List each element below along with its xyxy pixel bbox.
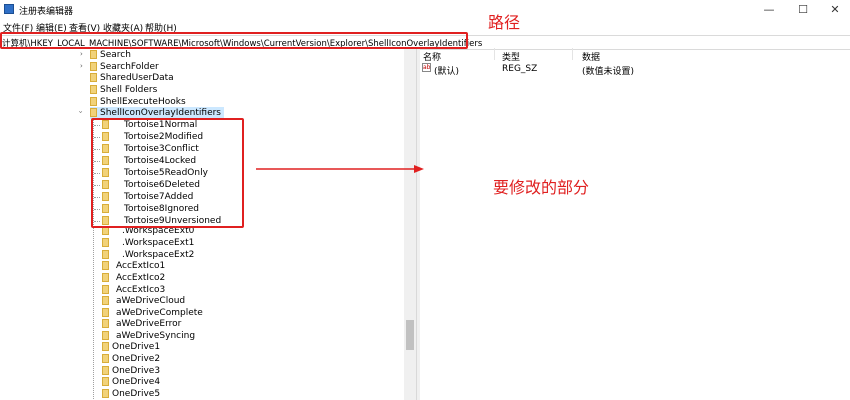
value-type: REG_SZ (502, 64, 538, 74)
column-separator[interactable] (572, 48, 573, 60)
folder-icon (90, 62, 97, 71)
column-separator[interactable] (494, 48, 495, 60)
tree-scrollbar[interactable] (404, 48, 416, 400)
tree-item[interactable]: Shell Folders (90, 84, 157, 96)
scrollbar-thumb[interactable] (406, 320, 414, 350)
folder-icon (90, 73, 97, 82)
chevron-right-icon[interactable]: › (80, 62, 83, 70)
tree-item[interactable]: OneDrive5 (102, 388, 160, 400)
tree-item[interactable]: SharedUserData (90, 72, 174, 84)
folder-icon (102, 261, 109, 270)
maximize-button[interactable]: ☐ (786, 0, 820, 20)
tree-item[interactable]: OneDrive2 (102, 353, 160, 365)
tree-item[interactable]: .WorkspaceExt1 (102, 237, 194, 249)
chevron-down-icon[interactable]: › (76, 111, 84, 114)
folder-icon (90, 97, 97, 106)
folder-icon (102, 331, 109, 340)
value-data: (数值未设置) (582, 67, 635, 77)
window-title: 注册表编辑器 (19, 7, 74, 17)
tortoise-highlight-box (91, 118, 244, 228)
path-highlight-box (0, 32, 468, 49)
path-annotation: 路径 (488, 13, 521, 32)
folder-icon (90, 50, 97, 59)
arrow-right-icon (256, 165, 424, 173)
title-bar: 注册表编辑器 — ☐ ✕ (0, 0, 850, 20)
modify-annotation: 要修改的部分 (493, 178, 590, 197)
folder-icon (102, 366, 109, 375)
minimize-button[interactable]: — (752, 0, 786, 20)
tree-item[interactable]: Search (90, 49, 131, 61)
tree-item[interactable]: OneDrive4 (102, 376, 160, 388)
chevron-right-icon[interactable]: › (80, 50, 83, 58)
folder-icon (102, 238, 109, 247)
string-value-icon: ab (422, 63, 431, 72)
folder-icon (102, 342, 109, 351)
column-header-type[interactable]: 类型 (502, 50, 520, 63)
tree-item[interactable]: AccExtIco2 (102, 272, 165, 284)
folder-icon (102, 354, 109, 363)
folder-icon (102, 389, 109, 398)
tree-item[interactable]: aWeDriveError (102, 318, 181, 330)
close-button[interactable]: ✕ (818, 0, 850, 20)
column-header-name[interactable]: 名称 (423, 50, 441, 63)
tree-item[interactable]: aWeDriveCloud (102, 295, 185, 307)
tree-item[interactable]: AccExtIco1 (102, 260, 165, 272)
folder-icon (90, 108, 97, 117)
folder-icon (102, 273, 109, 282)
folder-icon (102, 250, 109, 259)
values-pane: 名称 类型 数据 ab (默认) REG_SZ (数值未设置) (420, 48, 850, 400)
folder-icon (102, 308, 109, 317)
folder-icon (102, 377, 109, 386)
folder-icon (102, 296, 109, 305)
folder-icon (90, 85, 97, 94)
regedit-icon (4, 4, 14, 14)
value-name[interactable]: (默认) (434, 64, 459, 77)
tree-item[interactable]: OneDrive1 (102, 341, 160, 353)
column-header-data[interactable]: 数据 (582, 50, 600, 63)
folder-icon (102, 285, 109, 294)
folder-icon (102, 319, 109, 328)
